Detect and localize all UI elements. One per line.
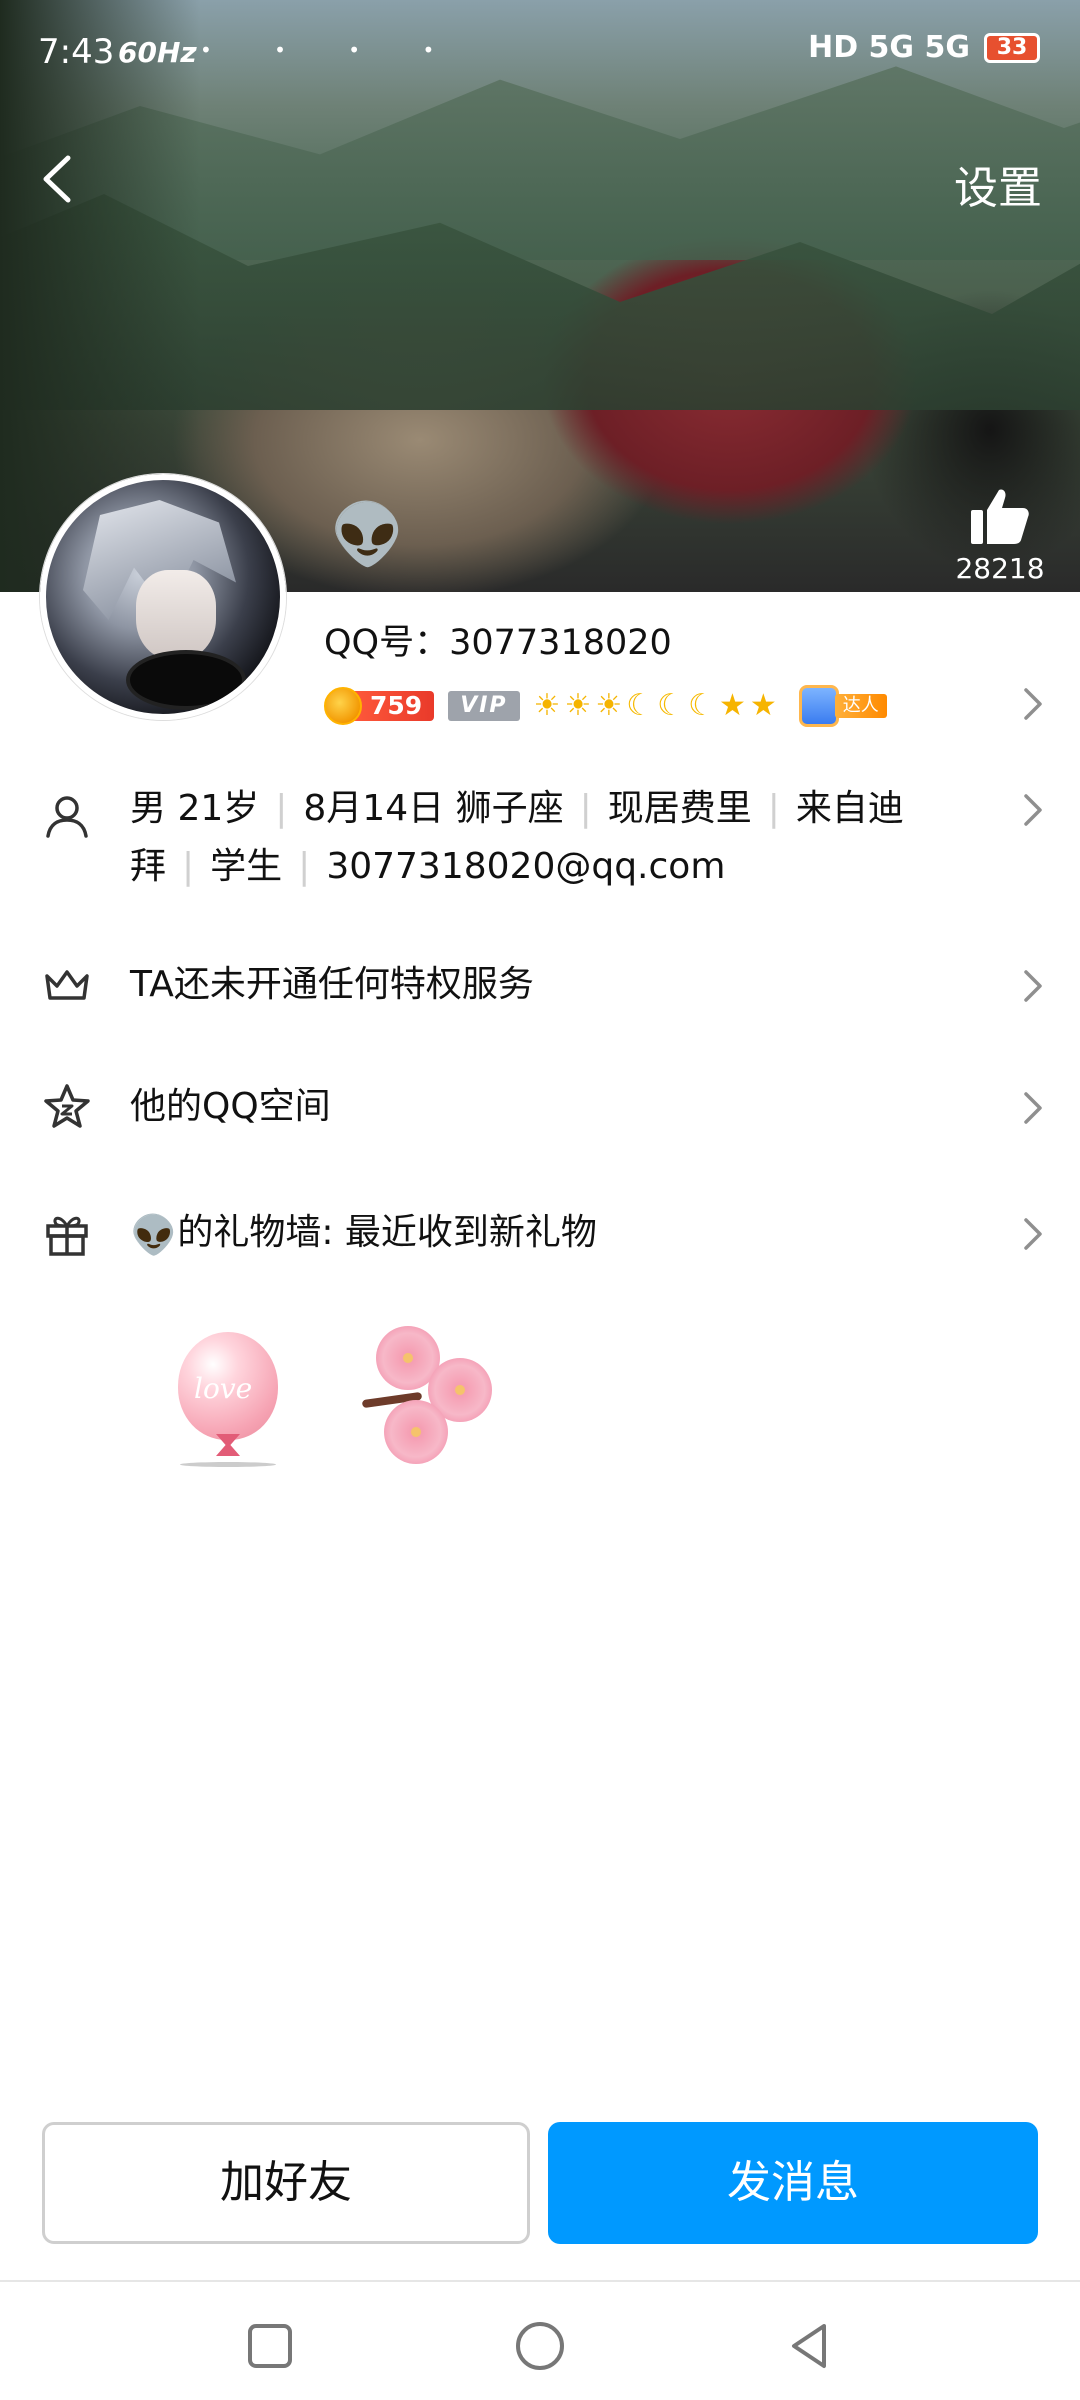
notification-icons: • • • • [200,38,463,62]
gift-wall-row[interactable]: 👽的礼物墙: 最近收到新礼物 [0,1204,1080,1264]
info-location: 现居费里 [607,788,752,829]
star-icon: ★ [749,688,777,723]
settings-button[interactable]: 设置 [954,152,1042,216]
circle-icon [516,2322,564,2370]
coin-icon [324,687,362,725]
avatar-headphones [126,650,246,710]
gift-cherry-blossom[interactable] [361,1322,502,1472]
home-button[interactable] [510,2316,570,2376]
balloon-shadow [180,1462,276,1467]
back-nav-button[interactable] [780,2316,840,2376]
chevron-right-icon [1022,1090,1044,1126]
sun-icon: ☀ [595,688,623,723]
gift-wall-text: 👽的礼物墙: 最近收到新礼物 [130,1204,597,1264]
status-bar: 7:43 60Hz • • • • HD 5G 5G 33 [0,0,1080,110]
recent-apps-button[interactable] [240,2316,300,2376]
chevron-right-icon [1022,792,1044,828]
star-icon: ★ [718,688,746,723]
battery-icon: 33 [984,32,1040,63]
gift-wall-label: 的礼物墙: 最近收到新礼物 [177,1212,597,1253]
send-message-button[interactable]: 发消息 [548,2122,1038,2244]
user-icon [42,792,92,842]
info-gender-age: 男 21岁 [130,788,260,829]
level-badge[interactable]: 759 [324,687,435,725]
info-email: 3077318020@qq.com [326,846,726,887]
ribbon-icon [216,1434,240,1456]
daren-label: 达人 [834,694,887,718]
moon-icon: ☾ [688,688,715,723]
back-button[interactable] [36,150,80,208]
info-hometown: 来自迪 [795,788,904,829]
winged-phone-icon [798,685,839,727]
moon-icon: ☾ [657,688,685,723]
qzone-row[interactable]: 他的QQ空间 [0,1078,1080,1138]
qzone-star-icon [42,1082,92,1132]
refresh-rate: 60Hz [118,36,197,69]
flower-icon [384,1400,448,1464]
badge-row[interactable]: 759 VIP ☀ ☀ ☀ ☾ ☾ ☾ ★ ★ 达人 [324,682,887,730]
info-hometown-cont: 拜 [130,846,167,887]
thumbs-up-icon [971,489,1029,544]
info-line-1: 男 21岁 | 8月14日 狮子座 | 现居费里 | 来自迪 [130,788,904,829]
alien-icon: 👽 [130,1213,178,1257]
privilege-text: TA还未开通任何特权服务 [130,964,534,1005]
daren-badge[interactable]: 达人 [798,685,887,727]
info-line-2: 拜 | 学生 | 3077318020@qq.com [130,846,726,887]
gift-balloon[interactable]: love [172,1318,282,1468]
moon-icon: ☾ [626,688,654,723]
square-icon [248,2324,292,2368]
info-birthday: 8月14日 狮子座 [303,788,564,829]
avatar[interactable] [40,474,286,720]
status-time: 7:43 [38,32,115,72]
alien-badge-icon: 👽 [330,500,405,570]
chevron-left-icon [43,155,71,203]
info-occupation: 学生 [210,846,283,887]
qq-level-icons[interactable]: ☀ ☀ ☀ ☾ ☾ ☾ ★ ★ [534,687,777,725]
vip-badge[interactable]: VIP [448,691,520,721]
privilege-row[interactable]: TA还未开通任何特权服务 [0,956,1080,1016]
profile-info-row[interactable]: 男 21岁 | 8月14日 狮子座 | 现居费里 | 来自迪 拜 | 学生 | 3077318020… [0,780,1080,900]
qq-number: QQ号：3077318020 [324,623,672,663]
crown-icon [42,960,92,1010]
like-count: 28218 [955,552,1045,585]
chevron-right-icon [1022,968,1044,1004]
like-button[interactable]: 28218 [950,486,1050,585]
system-nav-bar [0,2280,1080,2400]
sun-icon: ☀ [533,688,561,723]
gift-icon [42,1208,92,1258]
chevron-right-icon [1022,1216,1044,1252]
chevron-right-icon[interactable] [1022,686,1044,722]
avatar-face [136,570,216,660]
sun-icon: ☀ [564,688,592,723]
status-right: HD 5G 5G 33 [808,30,1040,65]
qzone-text: 他的QQ空间 [130,1086,331,1127]
profile-info-text: 男 21岁 | 8月14日 狮子座 | 现居费里 | 来自迪 拜 | 学生 | 3077318020… [130,780,970,896]
balloon-text: love [194,1372,253,1405]
triangle-back-icon [792,2324,826,2368]
network-indicator: HD 5G 5G [808,30,970,65]
add-friend-button[interactable]: 加好友 [42,2122,530,2244]
